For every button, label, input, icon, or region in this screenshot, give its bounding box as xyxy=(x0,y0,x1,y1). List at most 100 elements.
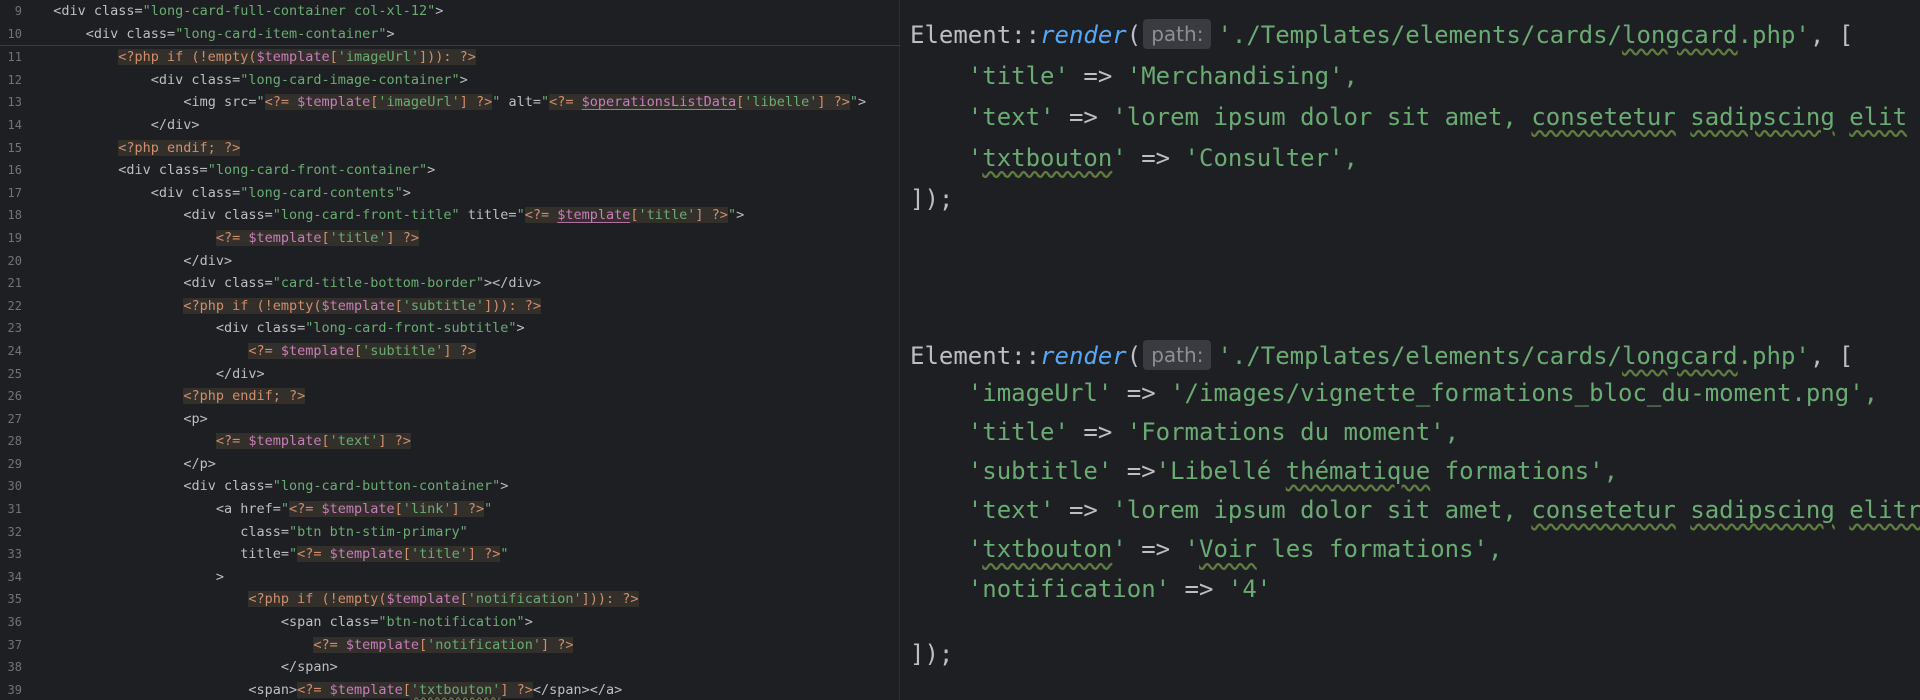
code-line[interactable]: 22 <?php if (!empty($template['subtitle'… xyxy=(0,295,900,318)
code-text: <span><?= $template['txtbouton'] ?></spa… xyxy=(37,679,622,700)
line-number: 28 xyxy=(7,434,22,449)
code-text: <div class="long-card-image-container"> xyxy=(37,69,468,92)
close-bracket: ]); xyxy=(910,184,954,213)
entry-key: 'imageUrl' xyxy=(967,378,1113,407)
line-number: 39 xyxy=(7,682,22,697)
code-token: "long-card-front-subtitle" xyxy=(305,320,517,337)
code-token: 'title' xyxy=(638,207,696,224)
code-line[interactable]: 32 class="btn btn-stim-primary" xyxy=(0,521,900,544)
code-line[interactable]: 29 </p> xyxy=(0,453,900,476)
arrow-operator: => xyxy=(1126,535,1185,564)
line-number: 29 xyxy=(7,456,22,471)
code-line[interactable]: 39 <span><?= $template['txtbouton'] ?></… xyxy=(0,679,900,700)
code-line[interactable]: 37 <?= $template['notification'] ?> xyxy=(0,634,900,657)
arrow-operator: => xyxy=(1112,457,1156,485)
line-number: 14 xyxy=(7,117,22,132)
code-line[interactable]: 33 title="<?= $template['title'] ?>" xyxy=(0,543,900,566)
code-line[interactable]: 35 <?php if (!empty($template['notificat… xyxy=(0,588,900,611)
array-entry[interactable]: 'title' => 'Formations du moment', xyxy=(910,413,1459,451)
array-entry[interactable]: 'imageUrl' => '/images/vignette_formatio… xyxy=(910,374,1878,412)
code-line[interactable]: 34 > xyxy=(0,566,900,589)
code-token: "long-card-image-container" xyxy=(240,71,460,88)
render-call-line[interactable]: Element::render(path: './Templates/elemen… xyxy=(910,16,1853,54)
code-token: " xyxy=(541,94,550,111)
code-token: "long-card-full-container col-xl-12" xyxy=(142,3,436,19)
code-token: </p> xyxy=(183,455,216,472)
code-line[interactable]: 30 <div class="long-card-button-containe… xyxy=(0,475,900,498)
code-line[interactable]: 24 <?= $template['subtitle'] ?> xyxy=(0,340,900,363)
code-token: ])): ?> xyxy=(581,591,639,608)
line-number: 17 xyxy=(7,185,22,200)
code-token: <?php endif; ?> xyxy=(118,139,241,156)
code-token: ] ?> xyxy=(378,433,411,450)
entry-key: 'txtbouton' xyxy=(967,535,1127,564)
code-line[interactable]: 16 <div class="long-card-front-container… xyxy=(0,159,900,182)
code-token: 'notification' xyxy=(427,636,541,653)
render-call-line[interactable]: Element::render(path: './Templates/elemen… xyxy=(910,337,1853,375)
method-name: render xyxy=(1040,342,1127,370)
code-line[interactable]: 14 </div> xyxy=(0,114,900,137)
code-line[interactable]: 26 <?php endif; ?> xyxy=(0,385,900,408)
array-entry[interactable]: 'txtbouton' => 'Consulter', xyxy=(910,139,1358,177)
render-call-close[interactable]: ]); xyxy=(910,635,953,673)
array-entry[interactable]: 'text' => 'lorem ipsum dolor sit amet, c… xyxy=(910,491,1920,529)
code-line[interactable]: 25 </div> xyxy=(0,363,900,386)
code-line[interactable]: 21 <div class="card-title-bottom-border"… xyxy=(0,272,900,295)
array-entry[interactable]: 'text' => 'lorem ipsum dolor sit amet, c… xyxy=(910,98,1907,136)
code-line[interactable]: 27 <p> xyxy=(0,408,900,431)
code-token: > xyxy=(524,614,533,631)
array-entry[interactable]: 'title' => 'Merchandising', xyxy=(910,57,1358,95)
left-code-editor[interactable]: 9 <div class="long-card-full-container c… xyxy=(0,0,900,700)
code-text: <span class="btn-notification"> xyxy=(37,611,533,634)
code-line[interactable]: 23 <div class="long-card-front-subtitle"… xyxy=(0,317,900,340)
code-line[interactable]: 36 <span class="btn-notification"> xyxy=(0,611,900,634)
array-entry[interactable]: 'subtitle' =>'Libellé thématique formati… xyxy=(910,452,1618,490)
code-token: $operationsListData xyxy=(581,94,737,111)
code-line[interactable]: 31 <a href="<?= $template['link'] ?>" xyxy=(0,498,900,521)
code-token: > xyxy=(516,320,525,337)
code-line[interactable]: 15 <?php endif; ?> xyxy=(0,137,900,160)
code-token: </span> xyxy=(280,659,338,676)
right-code-editor[interactable]: Element::render(path: './Templates/elemen… xyxy=(900,0,1920,700)
entry-value: 'Voir les formations', xyxy=(1184,535,1503,564)
code-line[interactable]: 19 <?= $template['title'] ?> xyxy=(0,227,900,250)
code-line[interactable]: 38 </span> xyxy=(0,656,900,679)
entry-value: '/images/vignette_formations_bloc_du-mom… xyxy=(1170,378,1879,407)
code-line[interactable]: 20 </div> xyxy=(0,250,900,273)
code-line[interactable]: 28 <?= $template['text'] ?> xyxy=(0,430,900,453)
code-line[interactable]: 12 <div class="long-card-image-container… xyxy=(0,69,900,92)
code-token: [ xyxy=(419,636,428,653)
param-hint: path: xyxy=(1143,340,1212,370)
code-token: 'notification' xyxy=(467,591,582,608)
code-token: $template xyxy=(329,546,403,563)
line-number: 25 xyxy=(7,366,22,381)
code-line[interactable]: 17 <div class="long-card-contents"> xyxy=(0,182,900,205)
code-text: </p> xyxy=(37,453,216,476)
line-number: 24 xyxy=(7,343,22,358)
code-line[interactable]: 9 <div class="long-card-full-container c… xyxy=(0,0,900,23)
code-line[interactable]: 18 <div class="long-card-front-title" ti… xyxy=(0,204,900,227)
code-token: [ xyxy=(402,546,411,563)
code-token: <div class= xyxy=(85,25,176,42)
code-text: <?php endif; ?> xyxy=(37,137,241,160)
code-token: > xyxy=(402,184,411,201)
arrow-operator: => xyxy=(1112,378,1171,407)
code-line[interactable]: 13 <img src="<?= $template['imageUrl'] ?… xyxy=(0,91,900,114)
code-text: </div> xyxy=(37,250,232,273)
code-token: > xyxy=(427,162,436,179)
path-string: './Templates/elements/cards/longcard.php… xyxy=(1217,342,1810,370)
code-line[interactable]: 11 <?php if (!empty($template['imageUrl'… xyxy=(0,46,900,69)
array-entry[interactable]: 'notification' => '4' xyxy=(910,570,1271,608)
code-line[interactable]: 10 <div class="long-card-item-container"… xyxy=(0,23,900,47)
code-token: ] ?> xyxy=(540,636,574,653)
array-entry[interactable]: 'txtbouton' => 'Voir les formations', xyxy=(910,530,1503,568)
render-call-close[interactable]: ]); xyxy=(910,180,953,218)
